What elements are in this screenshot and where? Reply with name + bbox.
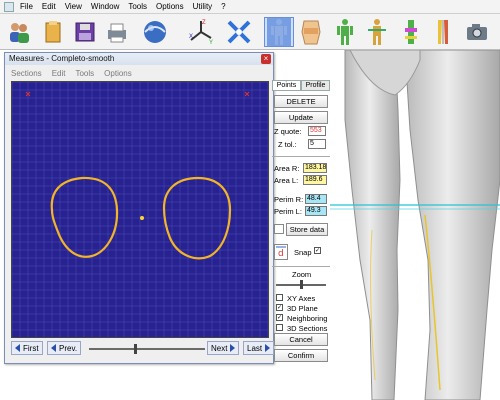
perim-r-label: Perim R: — [274, 195, 304, 204]
sphere-icon[interactable] — [140, 17, 170, 47]
store-data-button[interactable]: Store data — [286, 223, 328, 236]
z-tol-field[interactable]: 5 — [308, 139, 326, 149]
svg-text:X: X — [189, 34, 193, 40]
menubar: File Edit View Window Tools Options Util… — [0, 0, 500, 14]
svg-text:Y: Y — [209, 40, 213, 46]
delete-button[interactable]: DELETE — [274, 95, 328, 108]
svg-text:d: d — [278, 249, 284, 259]
save-icon[interactable] — [70, 17, 100, 47]
camera-icon[interactable] — [462, 17, 492, 47]
torso-icon[interactable] — [296, 17, 326, 47]
menu-tools[interactable]: Tools — [128, 2, 147, 11]
3d-plane-checkbox[interactable]: ✓ — [276, 304, 283, 311]
snap-label: Snap — [294, 248, 312, 257]
neighboring-checkbox[interactable]: ✓ — [276, 314, 283, 321]
perim-r-value: 48.4 — [305, 194, 327, 204]
dialog-title: Measures - Completo-smooth — [5, 53, 273, 65]
menu-options[interactable]: Options — [156, 2, 184, 11]
store-color-swatch — [274, 224, 284, 234]
3d-sections-label: 3D Sections — [287, 324, 328, 333]
z-quote-field[interactable]: 553 — [308, 126, 326, 136]
section-right-contour — [50, 176, 119, 258]
area-l-value: 189.6 — [303, 175, 327, 185]
next-button[interactable]: Next — [207, 341, 240, 355]
menu-window[interactable]: Window — [91, 2, 119, 11]
cancel-button[interactable]: Cancel — [274, 333, 328, 346]
xy-axes-checkbox[interactable] — [276, 294, 283, 301]
axes-icon[interactable]: Z X Y — [186, 17, 216, 47]
3d-sections-checkbox[interactable] — [276, 324, 283, 331]
center-marker — [140, 216, 144, 220]
tab-profile[interactable]: Profile — [301, 80, 330, 91]
zoom-label: Zoom — [292, 270, 312, 279]
dialog-menu-tools[interactable]: Tools — [75, 69, 94, 78]
folder-icon[interactable] — [38, 17, 68, 47]
xy-axes-label: XY Axes — [287, 294, 316, 303]
app-icon — [4, 1, 14, 12]
menu-edit[interactable]: Edit — [42, 2, 56, 11]
measures-panel: Points Profile DELETE Update Z quote: 55… — [272, 80, 330, 372]
first-button[interactable]: First — [11, 341, 43, 355]
body-measure-icon[interactable] — [362, 17, 392, 47]
dialog-menu: Sections Edit Tools Options — [5, 67, 273, 79]
legs-icon[interactable] — [428, 17, 458, 47]
leg-icon[interactable] — [396, 17, 426, 47]
measures-dialog: Measures - Completo-smooth × Sections Ed… — [4, 52, 275, 364]
snap-icon[interactable]: d — [274, 244, 288, 260]
area-r-value: 183.18 — [303, 163, 327, 173]
dialog-menu-sections[interactable]: Sections — [11, 69, 42, 78]
mannequin-icon[interactable] — [330, 17, 360, 47]
menu-file[interactable]: File — [20, 2, 33, 11]
dialog-menu-edit[interactable]: Edit — [52, 69, 66, 78]
zoom-thumb[interactable] — [300, 280, 303, 289]
panel-tabs: Points Profile — [272, 80, 330, 91]
dialog-menu-options[interactable]: Options — [104, 69, 132, 78]
print-icon[interactable] — [102, 17, 132, 47]
divider — [272, 156, 330, 157]
z-tol-label: Z tol.: — [278, 140, 297, 149]
prev-button[interactable]: Prev. — [47, 341, 82, 355]
area-l-label: Area L: — [274, 176, 299, 185]
users-icon[interactable] — [4, 17, 34, 47]
divider — [272, 266, 330, 267]
perim-l-label: Perim L: — [274, 207, 302, 216]
toolbar: Z X Y — [0, 14, 500, 50]
perim-l-value: 49.3 — [305, 206, 327, 216]
body-icon[interactable] — [264, 17, 294, 47]
update-button[interactable]: Update — [274, 111, 328, 124]
area-r-label: Area R: — [274, 164, 300, 173]
z-quote-label: Z quote: — [274, 127, 302, 136]
zoom-slider[interactable] — [276, 280, 326, 289]
tab-points[interactable]: Points — [272, 80, 301, 91]
snap-checkbox[interactable]: ✓ — [314, 247, 321, 254]
neighboring-label: Neighboring — [287, 314, 328, 323]
slider-thumb[interactable] — [134, 344, 137, 354]
menu-view[interactable]: View — [65, 2, 82, 11]
section-slider[interactable] — [89, 344, 205, 354]
confirm-button[interactable]: Confirm — [274, 349, 328, 362]
close-icon[interactable]: × — [261, 54, 271, 64]
3d-plane-label: 3D Plane — [287, 304, 318, 313]
section-plot[interactable] — [11, 81, 269, 338]
crosshair-icon[interactable] — [224, 17, 254, 47]
svg-text:Z: Z — [202, 20, 206, 26]
last-button[interactable]: Last — [243, 341, 275, 355]
section-nav: First Prev. Next Last — [11, 340, 275, 356]
menu-utility[interactable]: Utility — [193, 2, 213, 11]
menu-help[interactable]: ? — [221, 2, 225, 11]
